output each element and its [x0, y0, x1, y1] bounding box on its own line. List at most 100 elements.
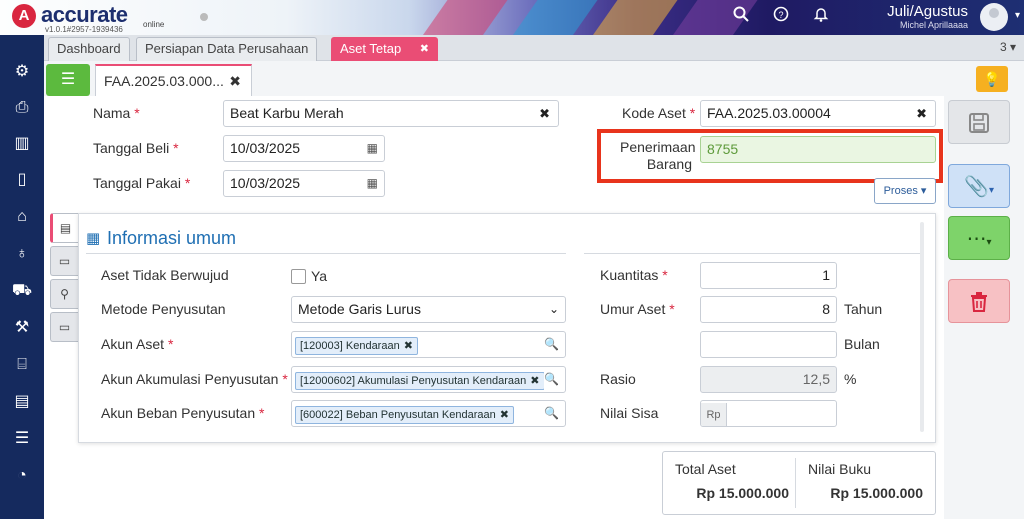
logo-icon[interactable]: A: [12, 4, 36, 28]
akun-aset-tag: [120003] Kendaraan ✖: [295, 337, 418, 355]
clear-icon[interactable]: ✖: [539, 101, 550, 126]
svg-text:?: ?: [778, 10, 783, 20]
total-aset-value: Rp 15.000.000: [696, 485, 789, 501]
akun-beban-tag: [600022] Beban Penyusutan Kendaraan ✖: [295, 406, 514, 424]
chevron-down-icon[interactable]: ⌄: [549, 297, 559, 322]
app-logo-sub: online: [143, 20, 165, 29]
tab-count[interactable]: 3 ▾: [1000, 40, 1016, 54]
divider: [86, 253, 566, 254]
list-button[interactable]: ☰: [46, 64, 90, 96]
total-aset-label: Total Aset: [675, 461, 736, 477]
bell-icon[interactable]: [811, 6, 831, 28]
bulan-label: Bulan: [844, 336, 880, 352]
kode-aset-input[interactable]: FAA.2025.03.00004 ✖: [700, 100, 936, 127]
clear-icon[interactable]: ✖: [916, 101, 927, 126]
building-icon[interactable]: ▥: [11, 133, 33, 155]
tab-lokasi[interactable]: ⚲: [50, 279, 78, 309]
tanggal-pakai-input[interactable]: 10/03/2025 ▦: [223, 170, 385, 197]
remove-icon[interactable]: ✖: [404, 340, 413, 352]
tanggal-beli-label: Tanggal Beli *: [93, 140, 179, 156]
kuantitas-input[interactable]: 1: [700, 262, 837, 289]
currency-prefix: Rp: [701, 403, 727, 426]
nilai-sisa-label: Nilai Sisa: [600, 405, 659, 421]
aset-tidak-berwujud-checkbox[interactable]: [291, 269, 306, 284]
calendar-icon[interactable]: ▦: [367, 136, 378, 161]
tab-aset-tetap[interactable]: Aset Tetap ✖: [331, 37, 438, 61]
sidebar: ⚙ ⎙ ▥ ▯ ⌂ ♁ ⛟ ⚒ ⌸ ▤ ☰ ◔: [0, 35, 44, 519]
calendar-icon[interactable]: ▦: [367, 171, 378, 196]
tab-label: Aset Tetap: [340, 41, 402, 56]
aset-tidak-berwujud-label: Aset Tidak Berwujud: [101, 267, 229, 283]
nilai-buku-label: Nilai Buku: [808, 461, 872, 477]
nilai-buku-value: Rp 15.000.000: [830, 485, 923, 501]
kode-aset-label: Kode Aset *: [622, 105, 696, 121]
search-icon[interactable]: [731, 6, 751, 28]
tax-icon[interactable]: ☰: [11, 428, 33, 450]
close-icon[interactable]: ✖: [229, 66, 241, 96]
panel-title: Informasi umum: [107, 228, 237, 248]
forklift-icon[interactable]: ⚒: [11, 317, 33, 339]
nilai-sisa-input[interactable]: Rp: [700, 400, 837, 427]
doc-tab[interactable]: FAA.2025.03.000... ✖: [95, 64, 252, 96]
akun-beban-input[interactable]: [600022] Beban Penyusutan Kendaraan ✖ 🔍: [291, 400, 566, 427]
tab-penyusutan[interactable]: ▭: [50, 246, 78, 276]
akun-akumulasi-label: Akun Akumulasi Penyusutan *: [101, 371, 288, 387]
attachment-button[interactable]: 📎▾: [948, 164, 1010, 208]
search-icon[interactable]: 🔍: [544, 367, 559, 392]
rasio-label: Rasio: [600, 371, 636, 387]
money-bag-icon[interactable]: ♁: [11, 243, 33, 265]
tanggal-beli-input[interactable]: 10/03/2025 ▦: [223, 135, 385, 162]
delete-button[interactable]: [948, 279, 1010, 323]
report-icon[interactable]: ◔: [11, 465, 33, 487]
akun-aset-input[interactable]: [120003] Kendaraan ✖ 🔍: [291, 331, 566, 358]
divider: [584, 253, 924, 254]
avatar[interactable]: [980, 3, 1008, 31]
akun-akumulasi-tag: [12000602] Akumulasi Penyusutan Kendaraa…: [295, 372, 545, 390]
percent-label: %: [844, 371, 857, 387]
highlight-frame: [597, 129, 943, 183]
help-icon[interactable]: ?: [771, 6, 791, 28]
tanggal-pakai-label: Tanggal Pakai *: [93, 175, 191, 191]
close-icon[interactable]: ✖: [420, 38, 429, 60]
akun-beban-label: Akun Beban Penyusutan *: [101, 405, 265, 421]
tab-dashboard[interactable]: Dashboard: [48, 37, 130, 61]
tab-info-umum[interactable]: ▤: [50, 213, 78, 243]
lightbulb-icon[interactable]: 💡: [976, 66, 1008, 92]
tab-bar: Dashboard Persiapan Data Perusahaan Aset…: [44, 35, 1024, 61]
bank-icon[interactable]: ⌂: [11, 206, 33, 228]
metode-penyusutan-select[interactable]: Metode Garis Lurus ⌄: [291, 296, 566, 323]
version-label: v1.0.1#2957-1939436: [45, 25, 123, 34]
book-icon[interactable]: ▯: [11, 169, 33, 191]
user-name[interactable]: Michel Aprillaaaa: [900, 20, 968, 30]
ya-label: Ya: [311, 268, 328, 284]
app-header: A accurate online v1.0.1#2957-1939436 ? …: [0, 0, 1024, 35]
doc-tab-label: FAA.2025.03.000...: [104, 73, 224, 89]
search-icon[interactable]: 🔍: [544, 332, 559, 357]
tab-persiapan-data[interactable]: Persiapan Data Perusahaan: [136, 37, 318, 61]
metode-penyusutan-label: Metode Penyusutan: [101, 301, 226, 317]
save-button[interactable]: [948, 100, 1010, 144]
calculator-icon: ▦: [86, 230, 101, 247]
cart-icon[interactable]: ⛟: [11, 280, 33, 302]
remove-icon[interactable]: ✖: [530, 375, 539, 387]
proses-button[interactable]: Proses ▾: [874, 178, 936, 204]
kuantitas-label: Kuantitas *: [600, 267, 668, 283]
umur-tahun-input[interactable]: 8: [700, 296, 837, 323]
scrollbar[interactable]: [920, 222, 924, 432]
search-icon[interactable]: 🔍: [544, 401, 559, 426]
tahun-label: Tahun: [844, 301, 883, 317]
gear-icon[interactable]: ⚙: [11, 61, 33, 83]
printer-icon[interactable]: ⎙: [11, 97, 33, 119]
umur-aset-label: Umur Aset *: [600, 301, 675, 317]
status-dot: [200, 13, 208, 21]
nama-input[interactable]: Beat Karbu Merah ✖: [223, 100, 559, 127]
more-options-button[interactable]: ⋯▾: [948, 216, 1010, 260]
umur-bulan-input[interactable]: [700, 331, 837, 358]
factory-icon[interactable]: ⌸: [11, 354, 33, 376]
akun-akumulasi-input[interactable]: [12000602] Akumulasi Penyusutan Kendaraa…: [291, 366, 566, 393]
chevron-down-icon[interactable]: ▾: [1015, 10, 1020, 21]
remove-icon[interactable]: ✖: [500, 409, 509, 421]
period-label[interactable]: Juli/Agustus: [887, 3, 968, 20]
tab-lainnya[interactable]: ▭: [50, 312, 78, 342]
conveyor-icon[interactable]: ▤: [11, 391, 33, 413]
